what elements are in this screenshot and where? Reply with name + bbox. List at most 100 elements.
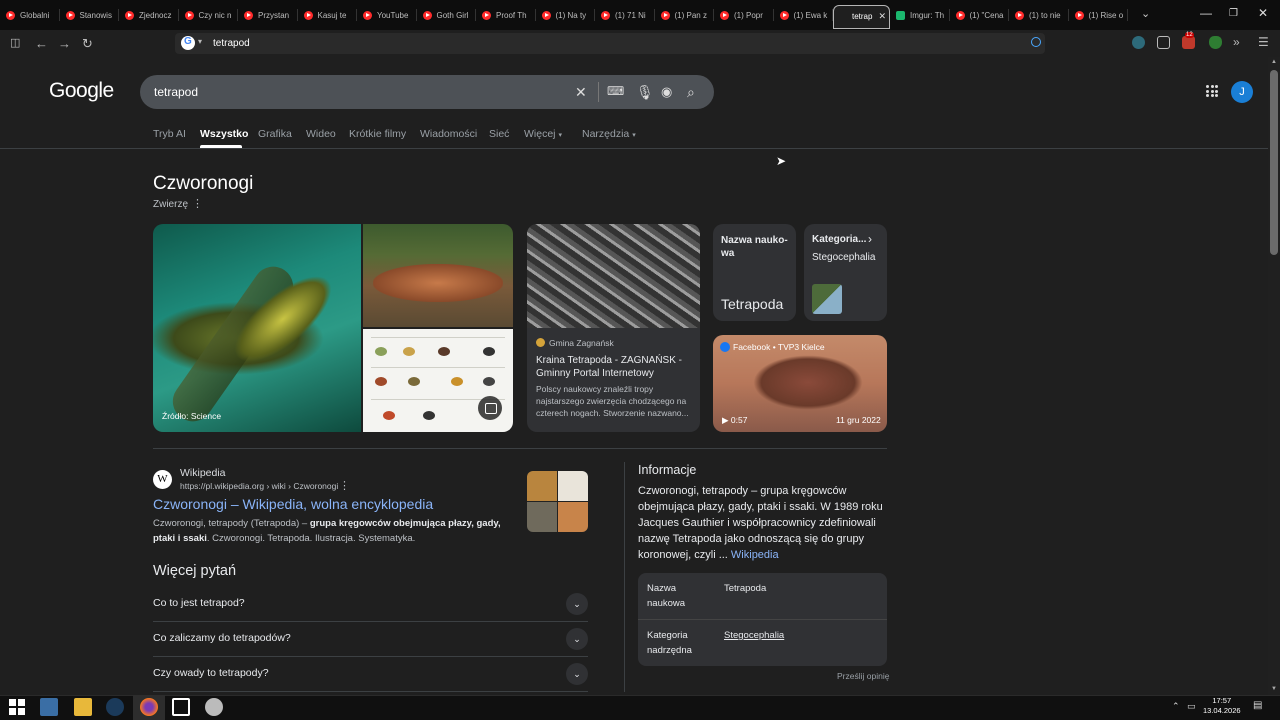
file-explorer-icon[interactable]	[74, 698, 92, 716]
shield-extension-icon[interactable]	[1132, 36, 1145, 49]
clear-search-icon[interactable]: ✕	[575, 84, 587, 101]
microphone-icon[interactable]: 🎙	[636, 84, 654, 101]
image-main-salamander[interactable]	[153, 224, 361, 432]
back-icon[interactable]: ←	[35, 36, 48, 51]
browser-tab[interactable]: YouTube	[357, 0, 417, 30]
browser-tab[interactable]: (1) Ewa k	[774, 0, 833, 30]
sidebar-toggle-icon[interactable]: ◫	[10, 36, 20, 49]
mouse-cursor-icon: ➤	[776, 154, 787, 168]
category-card[interactable]: Kategoria... › Stegocephalia	[804, 224, 887, 321]
browser-tab[interactable]: Kasuj te	[298, 0, 357, 30]
forward-icon[interactable]: →	[58, 36, 71, 51]
chevron-down-icon[interactable]: ⌄	[566, 593, 588, 615]
close-tab-icon[interactable]: ✕	[878, 11, 886, 22]
tab-short-videos[interactable]: Krótkie filmy	[349, 128, 406, 140]
minimize-icon[interactable]: —	[1200, 6, 1212, 20]
tab-tools[interactable]: Narzędzia ▾	[582, 128, 636, 140]
url-field[interactable]	[175, 33, 1045, 54]
result-title-link[interactable]: Czworonogi – Wikipedia, wolna encykloped…	[153, 496, 433, 512]
browser-tab[interactable]: (1) "Cena	[950, 0, 1009, 30]
paa-question[interactable]: Czy owady to tetrapody?	[153, 667, 269, 679]
close-window-icon[interactable]: ✕	[1258, 6, 1268, 20]
tab-all[interactable]: Wszystko	[200, 128, 248, 140]
result-url[interactable]: https://pl.wikipedia.org › wiki › Czworo…	[180, 481, 338, 491]
info-description: Czworonogi, tetrapody – grupa kręgowców …	[638, 483, 888, 563]
avatar[interactable]: J	[1231, 81, 1253, 103]
vpn-extension-icon[interactable]	[1209, 36, 1222, 49]
search-input[interactable]	[140, 75, 714, 109]
feedback-link[interactable]: Prześlij opinię	[837, 671, 889, 681]
keyboard-icon[interactable]: ⌨	[607, 84, 624, 98]
google-site-icon[interactable]	[181, 36, 195, 50]
tab-search-chevron-icon[interactable]: ⌄	[1141, 7, 1150, 20]
result-site-name[interactable]: Wikipedia	[180, 467, 226, 479]
menu-icon[interactable]: ☰	[1258, 35, 1269, 49]
scroll-up-arrow-icon[interactable]: ▲	[1271, 59, 1277, 65]
browser-tab[interactable]: Przystan	[238, 0, 298, 30]
image-tiktaalik[interactable]	[363, 224, 513, 327]
wikipedia-link[interactable]: Wikipedia	[731, 549, 779, 561]
tab-web[interactable]: Sieć	[489, 128, 509, 140]
taskbar-clock[interactable]: 17:57 13.04.2026	[1203, 696, 1241, 716]
browser-tab[interactable]: Imgur: Th	[890, 0, 950, 30]
tab-ai-mode[interactable]: Tryb AI	[153, 128, 186, 140]
card-title[interactable]: Kraina Tetrapoda - ZAGNAŃSK - Gminny Por…	[536, 354, 692, 380]
tray-chevron-up-icon[interactable]: ⌃	[1172, 701, 1180, 712]
chevron-down-icon[interactable]: ⌄	[566, 663, 588, 685]
paa-item[interactable]: Czy owady to tetrapody? ⌄	[153, 657, 588, 692]
image-card-zagnansk[interactable]: Gmina Zagnańsk Kraina Tetrapoda - ZAGNAŃ…	[527, 224, 700, 432]
paa-question[interactable]: Co zaliczamy do tetrapodów?	[153, 632, 291, 644]
remote-desktop-icon[interactable]	[40, 698, 58, 716]
tab-more[interactable]: Więcej ▾	[524, 128, 562, 140]
result-thumbnail[interactable]	[527, 471, 588, 532]
url-text[interactable]: tetrapod	[213, 38, 250, 49]
browser-tab[interactable]: (1) 71 Ni	[595, 0, 655, 30]
scientific-name-card[interactable]: Nazwa nauko-wa Tetrapoda	[713, 224, 796, 321]
notifications-icon[interactable]: ▤	[1253, 700, 1262, 711]
search-icon[interactable]: ⌕	[687, 84, 695, 101]
browser-tab[interactable]: Globalni	[0, 0, 60, 30]
browser-tab[interactable]: (1) to nie	[1009, 0, 1069, 30]
scroll-down-arrow-icon[interactable]: ▼	[1271, 686, 1277, 692]
apps-grid-icon[interactable]	[1206, 85, 1218, 97]
result-options-icon[interactable]: ⋮	[339, 479, 350, 492]
network-icon[interactable]: ▭	[1187, 701, 1196, 712]
browser-tab[interactable]: (1) Rise o	[1069, 0, 1128, 30]
paa-question[interactable]: Co to jest tetrapod?	[153, 597, 245, 609]
app-icon[interactable]	[205, 698, 223, 716]
tab-video[interactable]: Wideo	[306, 128, 336, 140]
browser-tab[interactable]: Czy nic n	[179, 0, 238, 30]
more-options-icon[interactable]: ⋮	[192, 197, 203, 210]
extensions-more-icon[interactable]: »	[1233, 35, 1240, 49]
browser-tab[interactable]: Zjednocz	[119, 0, 179, 30]
chevron-down-icon[interactable]: ⌄	[566, 628, 588, 650]
windows-start-icon[interactable]	[9, 699, 27, 717]
browser-tab-active[interactable]: tetrap ✕	[833, 4, 890, 29]
browser-tab[interactable]: Goth Girl	[417, 0, 476, 30]
browser-tab[interactable]: (1) Popr	[714, 0, 774, 30]
browser-tab[interactable]: Stanowis	[60, 0, 119, 30]
browser-tab[interactable]: (1) Na ty	[536, 0, 595, 30]
scrollbar-thumb[interactable]	[1270, 70, 1278, 255]
image-creature	[373, 264, 503, 302]
reload-icon[interactable]: ↻	[82, 36, 93, 52]
notion-icon[interactable]	[172, 698, 190, 716]
firefox-icon[interactable]	[140, 698, 158, 716]
steam-icon[interactable]	[106, 698, 124, 716]
globe-icon[interactable]	[1031, 37, 1041, 47]
fact-value-link[interactable]: Stegocephalia	[724, 630, 784, 641]
paa-item[interactable]: Co to jest tetrapod? ⌄	[153, 587, 588, 622]
browser-tab[interactable]: (1) Pan z	[655, 0, 714, 30]
lens-icon[interactable]: ◉	[661, 84, 672, 100]
browser-tab[interactable]: Proof Th	[476, 0, 536, 30]
share-icon[interactable]	[1157, 36, 1170, 49]
tab-images[interactable]: Grafika	[258, 128, 292, 140]
wikipedia-icon[interactable]: W	[153, 470, 172, 489]
search-query[interactable]: tetrapod	[154, 85, 198, 99]
paa-item[interactable]: Co zaliczamy do tetrapodów? ⌄	[153, 622, 588, 657]
restore-icon[interactable]: ❐	[1229, 8, 1238, 19]
site-info-chevron-icon[interactable]: ▾	[198, 37, 202, 46]
tab-news[interactable]: Wiadomości	[420, 128, 477, 140]
google-logo[interactable]: Google	[49, 79, 114, 103]
image-search-icon[interactable]	[478, 396, 502, 420]
